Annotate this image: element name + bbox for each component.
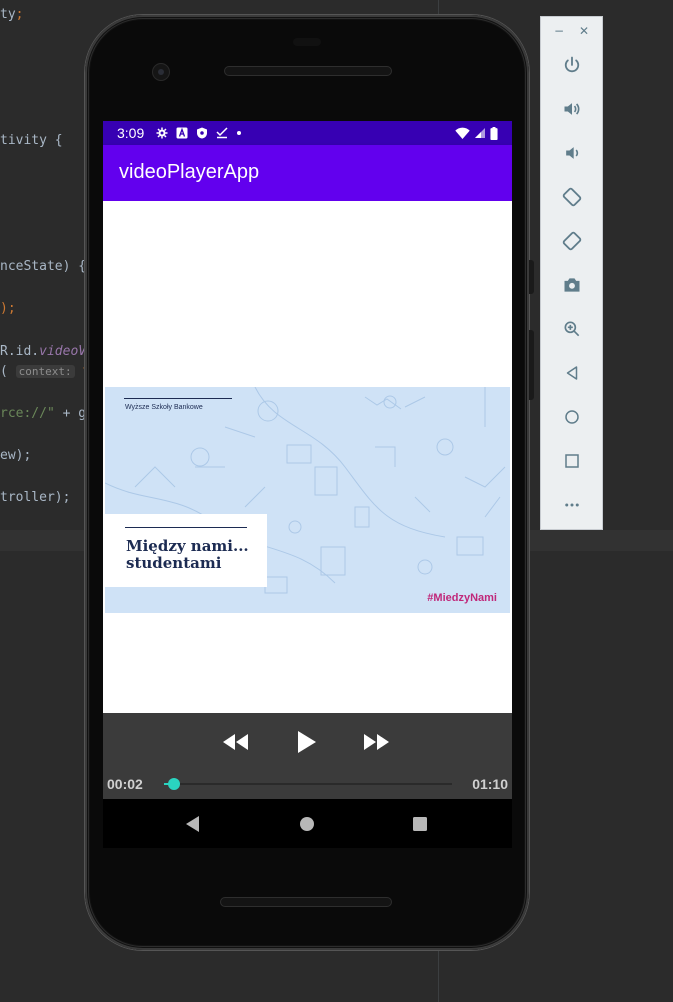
school-name: Wyższe Szkoły Bankowe — [125, 404, 203, 411]
battery-icon — [490, 126, 498, 140]
seek-bar-thumb[interactable] — [168, 778, 181, 790]
phone-screen: 3:09 videoPlayerApp Wyższe Szkoły Bankow… — [103, 121, 512, 848]
emulator-toolbar: − ✕ — [540, 16, 603, 530]
status-system-icons — [455, 126, 498, 140]
play-button[interactable] — [289, 726, 325, 758]
overview-icon — [565, 454, 579, 468]
home-icon — [565, 410, 579, 424]
a-icon — [176, 127, 188, 139]
rewind-icon — [223, 734, 248, 750]
parameter-hint: context: — [15, 365, 75, 378]
rotate-right-icon — [562, 231, 582, 251]
video-title: Między nami... studentami — [126, 537, 249, 572]
power-button[interactable] — [558, 51, 586, 79]
minimize-button[interactable]: − — [554, 23, 564, 39]
seek-bar[interactable] — [164, 783, 452, 785]
app-title: videoPlayerApp — [119, 161, 260, 183]
school-rule — [124, 398, 232, 399]
more-button[interactable] — [558, 491, 586, 519]
title-rule — [125, 527, 247, 528]
nav-home-button[interactable] — [297, 814, 317, 834]
settings-icon — [156, 127, 168, 139]
volume-rocker — [529, 330, 534, 400]
status-bar: 3:09 — [103, 121, 512, 145]
rotate-left-icon — [562, 187, 582, 207]
overview-button[interactable] — [558, 447, 586, 475]
app-bar: videoPlayerApp — [103, 145, 512, 201]
close-button[interactable]: ✕ — [579, 23, 589, 39]
video-view[interactable]: Wyższe Szkoły Bankowe Między nami... stu… — [105, 387, 510, 613]
activity-content: Wyższe Szkoły Bankowe Między nami... stu… — [103, 201, 512, 713]
volume-up-button[interactable] — [558, 95, 586, 123]
status-notification-icons — [156, 126, 242, 140]
code-line[interactable]: nceState) { — [0, 259, 86, 275]
code-line[interactable]: ty; — [0, 7, 23, 23]
screenshot-button[interactable] — [558, 271, 586, 299]
total-time: 01:10 — [472, 776, 508, 792]
earpiece-speaker — [224, 66, 392, 76]
status-time: 3:09 — [117, 125, 145, 141]
rewind-button[interactable] — [218, 726, 254, 758]
code-line[interactable]: tivity { — [0, 133, 63, 149]
home-circle-icon — [300, 817, 314, 831]
rotate-right-button[interactable] — [558, 227, 586, 255]
code-line[interactable]: R.id.videoV — [0, 344, 86, 360]
power-icon — [564, 56, 580, 73]
nav-back-button[interactable] — [183, 814, 203, 834]
current-time: 00:02 — [107, 776, 143, 792]
wifi-icon — [455, 127, 470, 139]
bottom-speaker — [220, 897, 392, 907]
play-icon — [298, 731, 316, 753]
media-controller: 00:02 01:10 — [103, 713, 512, 799]
shield-icon — [197, 127, 207, 139]
fast-forward-button[interactable] — [359, 726, 395, 758]
volume-down-icon — [566, 147, 579, 159]
code-line[interactable]: troller); — [0, 490, 70, 506]
back-icon — [566, 366, 578, 380]
check-icon — [216, 127, 228, 139]
video-hashtag: #MiedzyNami — [427, 592, 497, 604]
code-line[interactable]: ); — [0, 301, 16, 317]
nav-overview-button[interactable] — [410, 814, 430, 834]
code-line[interactable]: rce://" + g — [0, 406, 86, 422]
dot-icon — [237, 131, 241, 135]
video-title-card: Między nami... studentami — [105, 514, 267, 587]
signal-icon — [475, 128, 485, 138]
rotate-left-button[interactable] — [558, 183, 586, 211]
volume-up-icon — [564, 103, 580, 115]
more-icon — [565, 503, 579, 507]
camera-icon — [564, 278, 580, 292]
overview-square-icon — [413, 817, 427, 831]
home-button[interactable] — [558, 403, 586, 431]
code-line[interactable]: ew); — [0, 448, 31, 464]
back-button[interactable] — [558, 359, 586, 387]
proximity-sensor — [293, 38, 321, 46]
side-button — [529, 260, 534, 294]
fast-forward-icon — [364, 734, 389, 750]
navigation-bar — [103, 799, 512, 848]
toolbar-window-controls: − ✕ — [541, 23, 602, 39]
zoom-button[interactable] — [558, 315, 586, 343]
front-camera-icon — [152, 63, 170, 81]
volume-down-button[interactable] — [558, 139, 586, 167]
zoom-icon — [564, 321, 580, 337]
back-triangle-icon — [186, 816, 199, 832]
